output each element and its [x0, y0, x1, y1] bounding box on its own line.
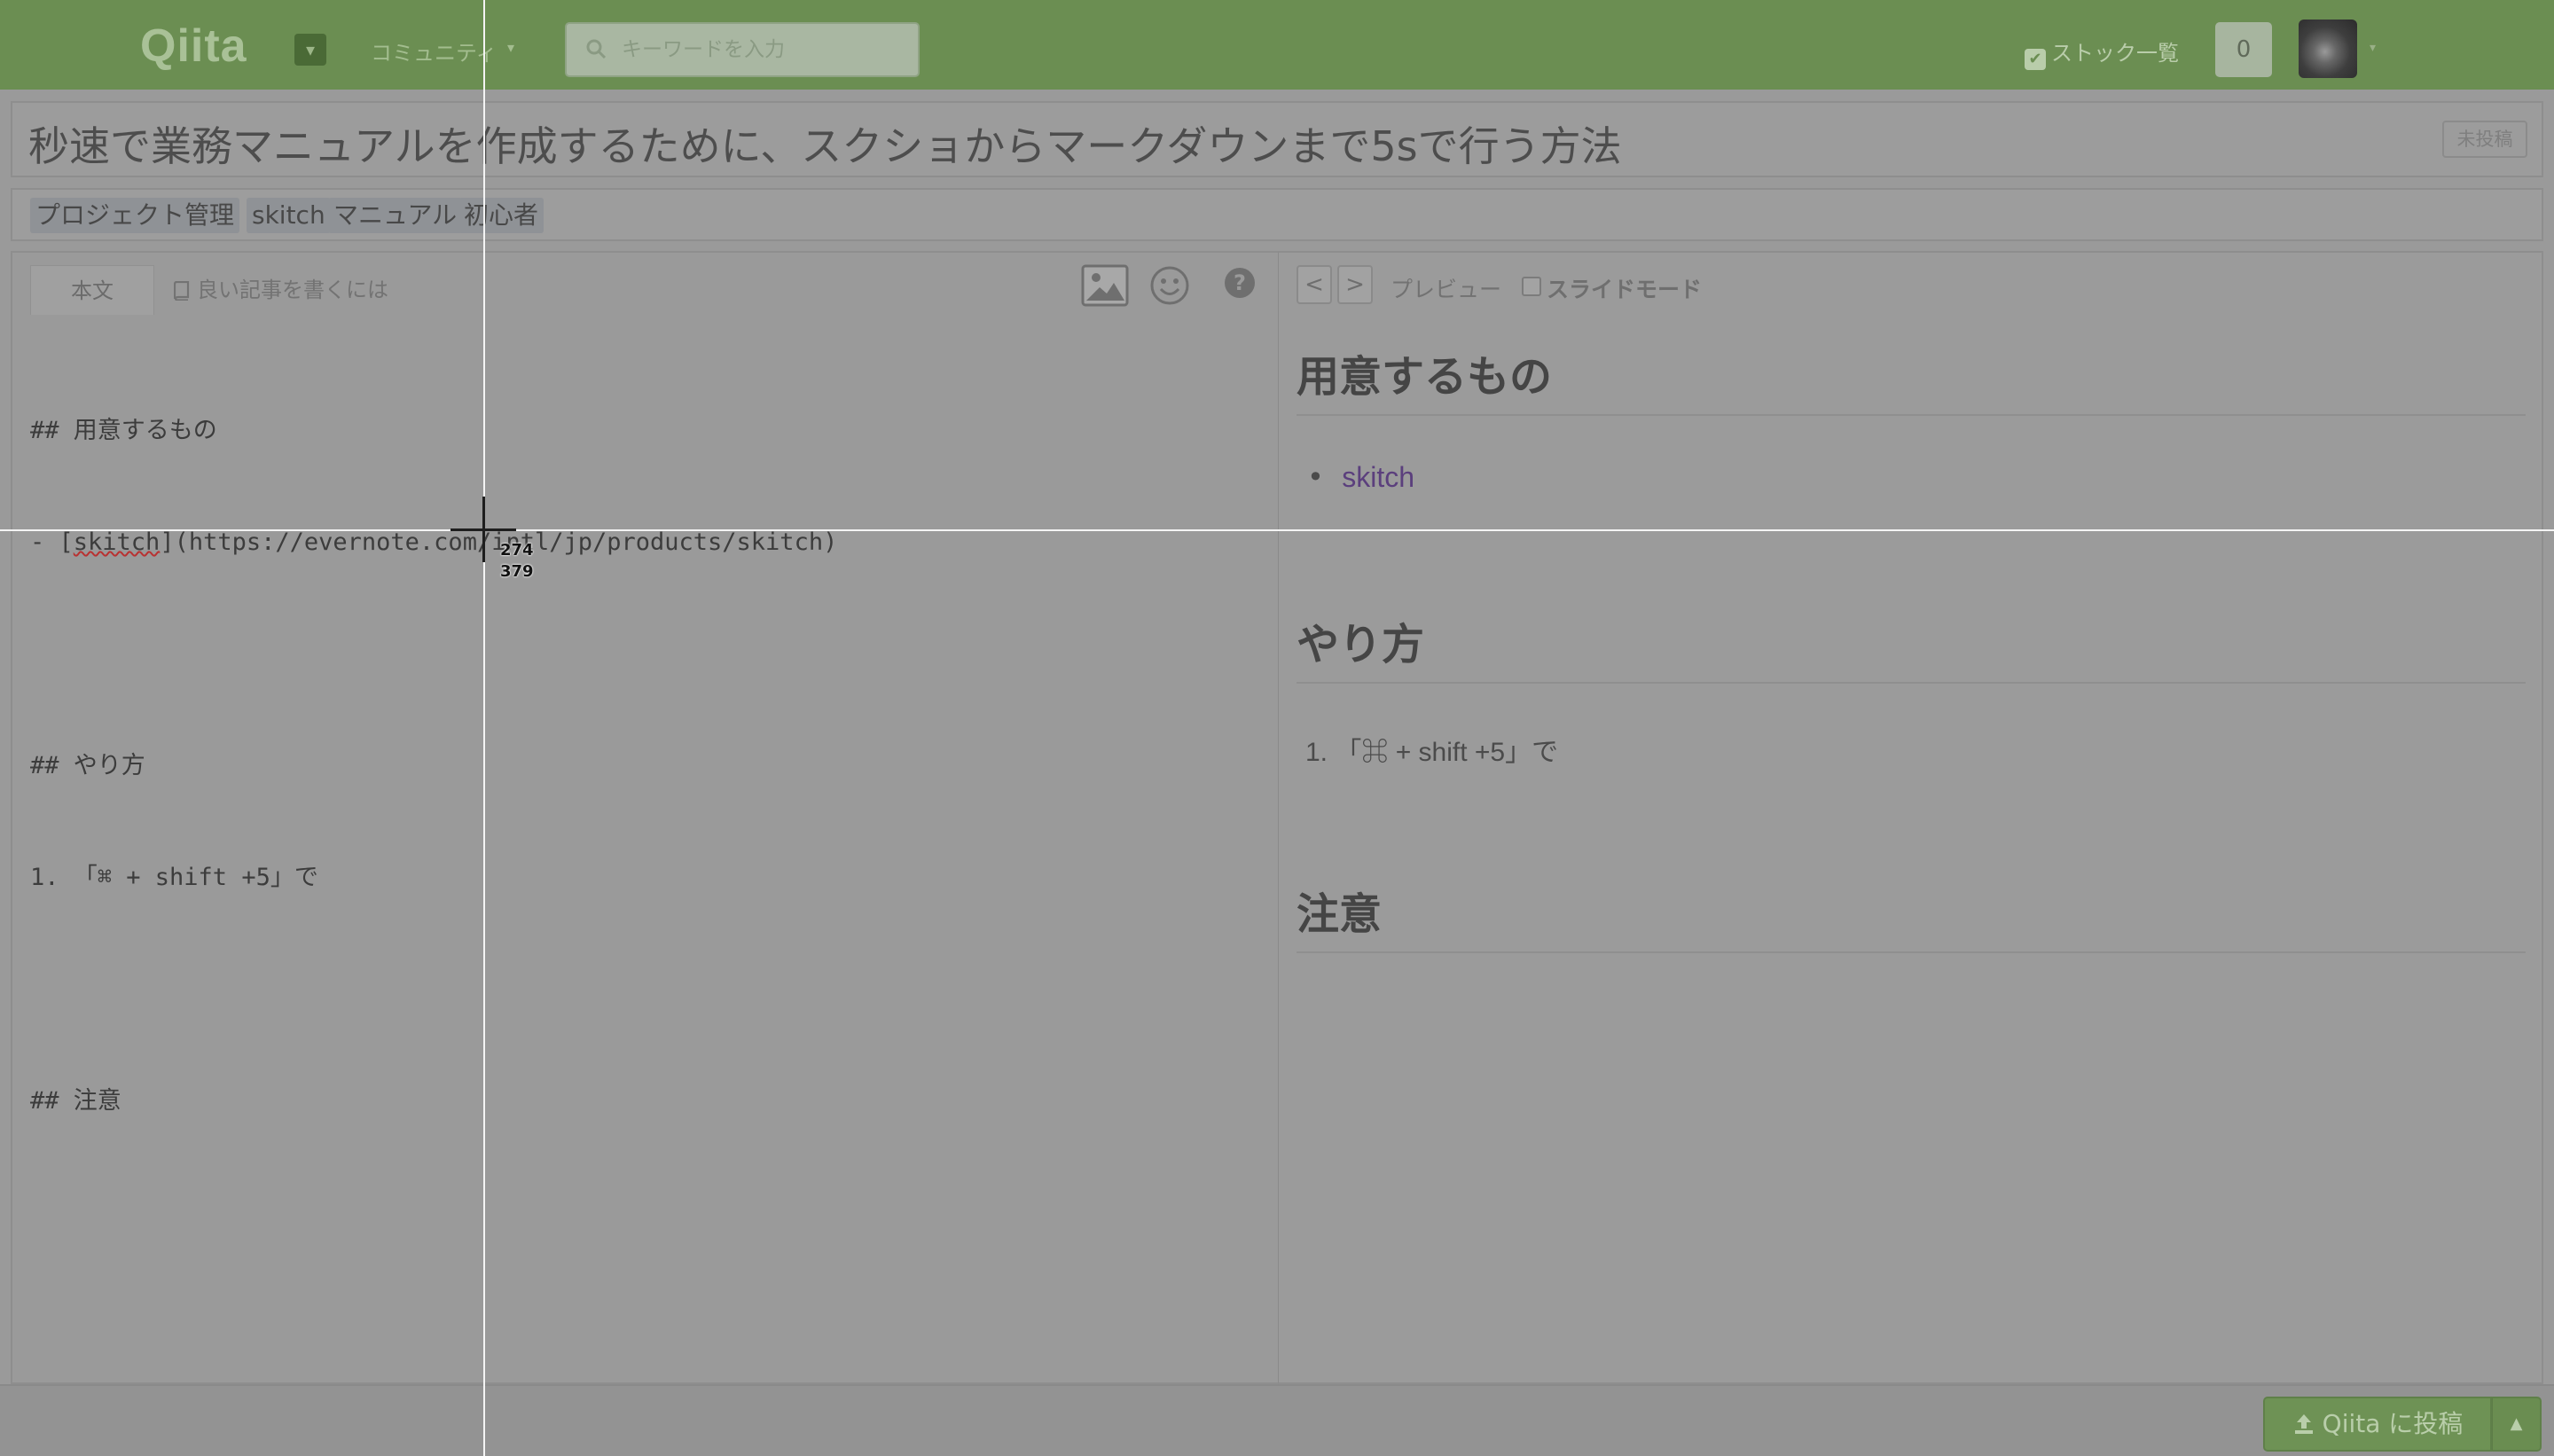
qiita-logo[interactable]: Qiita — [140, 20, 247, 73]
tags-field[interactable]: プロジェクト管理 skitch マニュアル 初心者 — [11, 188, 2543, 241]
caret-down-icon: ▾ — [507, 39, 515, 56]
tab-body[interactable]: 本文 — [30, 265, 154, 315]
code-line: ## やり方 — [30, 752, 145, 779]
top-navbar: Qiita ▾ コミュニティ ▾ ✔ストック一覧 0 ▾ — [0, 0, 2554, 90]
status-badge: 未投稿 — [2442, 121, 2527, 158]
preview-ordered-item-text: 「⌘ + shift +5」で — [1335, 738, 1559, 767]
post-to-qiita-button[interactable]: Qiita に投稿 — [2263, 1397, 2492, 1452]
image-icon[interactable] — [1080, 263, 1130, 308]
search-icon — [586, 39, 607, 59]
tab-writing-guide-label: 良い記事を書くには — [197, 278, 388, 302]
search-box — [565, 22, 920, 77]
stock-list-link[interactable]: ✔ ストック一覧 — [2025, 35, 2179, 70]
preview-heading: やり方 — [1297, 609, 2526, 684]
crosshair-y-readout: 379 — [500, 562, 534, 581]
slide-mode-label[interactable]: スライドモード — [1547, 272, 1702, 304]
preview-heading: 注意 — [1297, 879, 2526, 953]
preview-pane: < > プレビュー スライドモード 用意するもの • skitch やり方 1.… — [1279, 251, 2543, 1384]
tab-writing-guide[interactable]: 良い記事を書くには — [174, 265, 388, 315]
article-title[interactable]: 秒速で業務マニュアルを作成するために、スクショからマークダウンまで5sで行う方法 — [28, 114, 1622, 173]
crosshair-vertical-line — [483, 0, 485, 1456]
community-menu[interactable]: コミュニティ — [371, 35, 497, 67]
code-line: ## 注意 — [30, 1087, 121, 1115]
title-field[interactable]: 秒速で業務マニュアルを作成するために、スクショからマークダウンまで5sで行う方法… — [11, 101, 2543, 177]
book-icon — [174, 281, 190, 301]
check-icon: ✔ — [2025, 49, 2046, 70]
markdown-textarea[interactable]: ## 用意するもの - [skitch](https://evernote.co… — [30, 338, 837, 1194]
crosshair-horizontal-line — [0, 529, 2554, 531]
preview-list-item: • skitch — [1307, 460, 1415, 494]
prev-button[interactable]: < — [1297, 265, 1332, 304]
code-line: ## 用意するもの — [30, 417, 217, 444]
stock-list-label: ストック一覧 — [2051, 41, 2179, 66]
upload-icon — [2294, 1414, 2313, 1434]
code-text: - [ — [30, 528, 74, 556]
post-options-dropdown[interactable]: ▲ — [2492, 1397, 2542, 1452]
caret-down-icon[interactable]: ▾ — [2370, 41, 2376, 55]
preview-heading: 用意するもの — [1297, 341, 2526, 416]
logo-menu-button[interactable]: ▾ — [294, 34, 326, 66]
tag-item[interactable]: プロジェクト管理 — [30, 198, 240, 233]
code-line: 1. 「⌘ + shift +5」で — [30, 864, 318, 891]
preview-link[interactable]: skitch — [1342, 461, 1414, 493]
help-icon[interactable]: ? — [1224, 267, 1256, 299]
svg-text:?: ? — [1234, 270, 1246, 295]
emoji-icon[interactable] — [1149, 265, 1190, 306]
slide-mode-checkbox[interactable] — [1522, 277, 1541, 296]
search-input[interactable] — [622, 35, 905, 65]
post-button-label: Qiita に投稿 — [2322, 1409, 2464, 1438]
preview-label: プレビュー — [1391, 277, 1502, 302]
next-button[interactable]: > — [1337, 265, 1373, 304]
preview-ordered-item: 1. 「⌘ + shift +5」で — [1305, 738, 1559, 767]
crosshair-x-readout: 274 — [500, 541, 534, 560]
caret-up-icon: ▲ — [2510, 1414, 2523, 1433]
markdown-editor-pane: 本文 良い記事を書くには ? ## 用意するもの - [skitch](http… — [11, 251, 1279, 1384]
misspelled-word: skitch — [73, 528, 161, 556]
tag-item[interactable]: マニュアル — [328, 198, 463, 233]
tag-item[interactable]: 初心者 — [458, 198, 544, 233]
code-text: ](https://evernote.com/intl/jp/products/… — [160, 528, 838, 556]
notification-count-button[interactable]: 0 — [2215, 22, 2272, 77]
caret-down-icon: ▾ — [305, 39, 316, 60]
footer-bar: Qiita に投稿 ▲ — [0, 1384, 2554, 1456]
avatar[interactable] — [2299, 20, 2357, 78]
crosshair-cursor-horizontal — [450, 528, 516, 531]
tag-item[interactable]: skitch — [247, 198, 331, 233]
